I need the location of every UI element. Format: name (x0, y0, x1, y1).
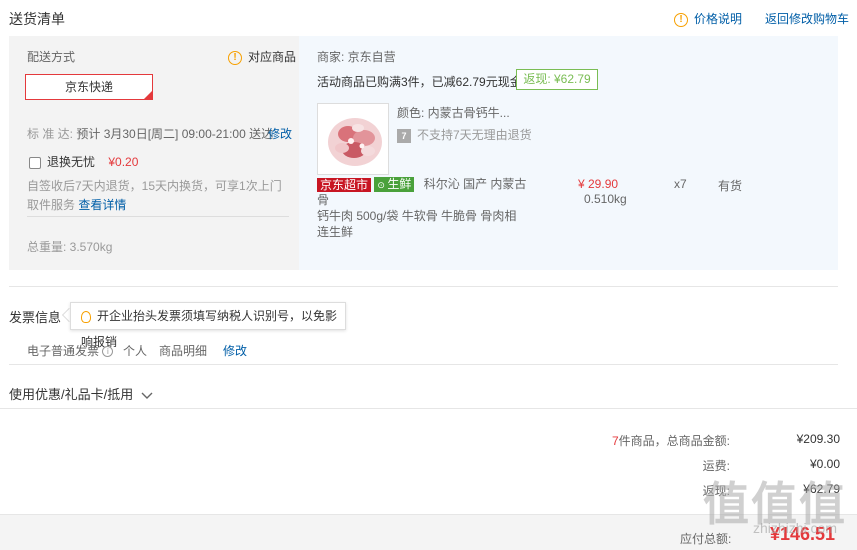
product-quantity: x7 (674, 177, 687, 191)
merchant-name: 商家: 京东自营 (317, 50, 396, 64)
summary-count-label: 7件商品，总商品金额: (470, 432, 730, 449)
summary-total-amount: ¥209.30 (796, 432, 840, 446)
coupon-label[interactable]: 使用优惠/礼品卡/抵用 (9, 387, 133, 402)
promo-text: 活动商品已购满3件，已减62.79元现金 (317, 75, 522, 89)
summary-cashback-label: 返现: (702, 484, 730, 498)
invoice-type: 电子普通发票 i (27, 342, 114, 359)
shipping-option-label: 京东快递 (64, 80, 113, 94)
chevron-down-icon (141, 392, 153, 399)
invoice-tooltip: 开企业抬头发票须填写纳税人识别号，以免影响报销 (70, 302, 346, 349)
worry-free-checkbox[interactable] (29, 156, 41, 169)
modify-schedule-link[interactable]: 修改 (268, 125, 292, 142)
supermarket-tag: 京东超市 (317, 177, 372, 192)
help-icon[interactable]: i (102, 346, 114, 358)
worry-free-price: ¥0.20 (108, 155, 139, 169)
shipping-option-jd-express[interactable]: 京东快递 (25, 74, 153, 100)
schedule-label: 标 准 达: (27, 127, 74, 141)
match-items-label[interactable]: 对应商品 (248, 50, 296, 64)
no-return-icon: 7 (397, 128, 411, 143)
invoice-title: 发票信息 (9, 310, 62, 325)
price-info-label[interactable]: 价格说明 (694, 12, 742, 26)
selected-corner-icon (143, 90, 153, 100)
invoice-detail: 商品明细 (159, 344, 208, 358)
shipping-method-label: 配送方式 (27, 50, 76, 64)
invoice-modify-link[interactable]: 修改 (223, 342, 247, 359)
no-return-row: 7 不支持7天无理由退货 (397, 126, 532, 143)
match-items-link[interactable]: ! 对应商品 (228, 48, 296, 65)
summary-shipping-label: 运费: (702, 459, 730, 473)
fresh-tag-icon: ⊙ (377, 180, 388, 191)
invoice-type-label: 电子普通发票 (27, 344, 100, 358)
invoice-tooltip-text: 开企业抬头发票须填写纳税人识别号，以免影响报销 (81, 309, 338, 349)
stock-status: 有货 (718, 179, 743, 193)
worry-free-desc-text: 自签收后7天内退货，15天内换货，可享1次上门取件服务 (27, 179, 282, 212)
product-weight: 0.510kg (584, 192, 627, 206)
worry-free-description: 自签收后7天内退货，15天内换货，可享1次上门取件服务 查看详情 (27, 177, 291, 215)
total-weight: 总重量: 3.570kg (27, 240, 113, 254)
delivery-schedule: 标 准 达: 预计 3月30日[周二] 09:00-21:00 送达 (27, 125, 273, 142)
product-color: 颜色: 内蒙古骨钙牛... (397, 106, 510, 120)
view-detail-link[interactable]: 查看详情 (78, 198, 126, 212)
back-to-cart-link[interactable]: 返回修改购物车 (765, 10, 849, 27)
price-info-link[interactable]: ! 价格说明 (674, 10, 742, 27)
schedule-text: 预计 3月30日[周二] 09:00-21:00 送达 (76, 127, 274, 141)
divider (9, 364, 838, 365)
warning-icon: ! (228, 50, 242, 65)
divider (9, 286, 838, 287)
beef-cartilage-image (318, 104, 388, 174)
section-title: 送货清单 (9, 11, 65, 27)
coupon-toggle[interactable]: 使用优惠/礼品卡/抵用 (9, 384, 153, 403)
product-title[interactable]: 京东超市 ⊙ 生鲜 科尔沁 国产 内蒙古骨 钙牛肉 500g/袋 牛软骨 牛脆骨… (317, 176, 527, 240)
product-name-line2[interactable]: 钙牛肉 500g/袋 牛软骨 牛脆骨 骨肉相连生鲜 (317, 209, 516, 239)
fresh-tag: ⊙ 生鲜 (374, 177, 415, 193)
worry-free-row[interactable]: 退换无忧 ¥0.20 (29, 153, 138, 170)
product-image[interactable] (317, 103, 389, 175)
summary-count: 7 (611, 434, 619, 448)
lightbulb-icon (81, 310, 91, 323)
info-icon: ! (674, 12, 688, 27)
cashback-badge: 返现: ¥62.79 (516, 69, 598, 90)
divider (27, 216, 289, 217)
summary-count-suffix: 件商品，总商品金额: (618, 434, 730, 448)
no-return-text: 不支持7天无理由退货 (417, 128, 532, 142)
fresh-tag-label: 生鲜 (387, 177, 412, 192)
invoice-personal: 个人 (123, 344, 148, 358)
product-price: ¥ 29.90 (578, 177, 619, 191)
worry-free-label[interactable]: 退换无忧 (47, 155, 95, 169)
divider (0, 408, 857, 409)
watermark-site: zhizhizhi.com (752, 520, 837, 536)
